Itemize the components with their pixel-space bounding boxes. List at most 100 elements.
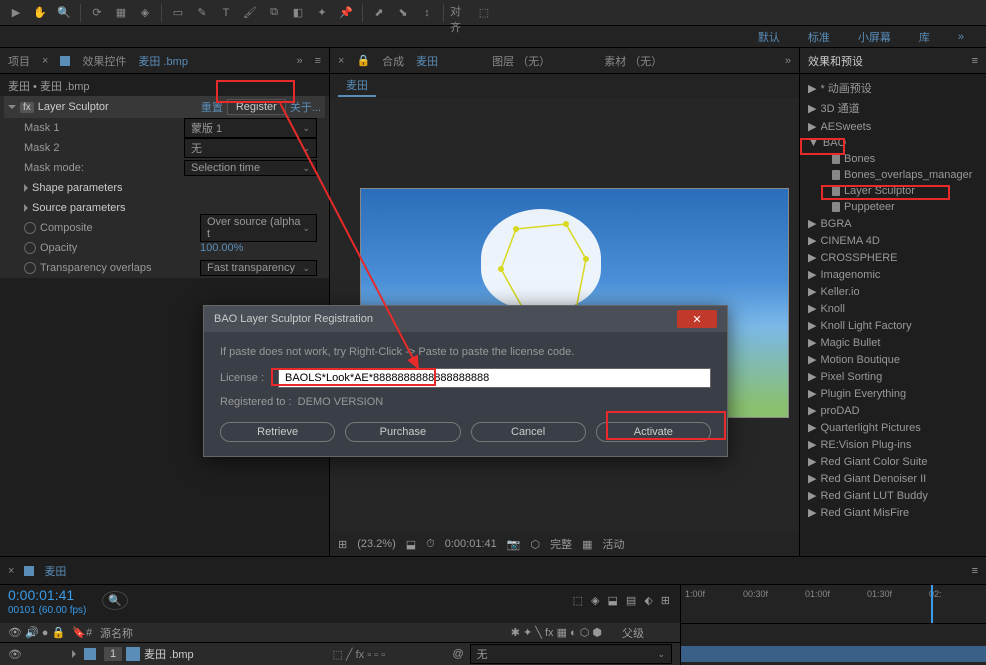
tl-icon[interactable]: ▤ bbox=[626, 594, 636, 607]
quality-label[interactable]: 完整 bbox=[550, 536, 572, 552]
layer-duration-bar[interactable] bbox=[681, 646, 986, 662]
eraser-tool-icon[interactable]: ◧ bbox=[288, 3, 308, 23]
preset-item[interactable]: Bones bbox=[800, 151, 986, 167]
hand-tool-icon[interactable]: ✋ bbox=[30, 3, 50, 23]
subtab-comp[interactable]: 麦田 bbox=[338, 75, 376, 97]
preset-item[interactable]: ▶Motion Boutique bbox=[800, 351, 986, 368]
preset-item[interactable]: ▶RE:Vision Plug-ins bbox=[800, 436, 986, 453]
rect-tool-icon[interactable]: ▭ bbox=[168, 3, 188, 23]
tl-icon[interactable]: ⬓ bbox=[608, 594, 618, 607]
layer-name[interactable]: 麦田 .bmp bbox=[144, 646, 332, 662]
local-axis-icon[interactable]: ⬈ bbox=[369, 3, 389, 23]
brush-tool-icon[interactable]: 🖌 bbox=[240, 3, 260, 23]
preset-item[interactable]: ▶Knoll bbox=[800, 300, 986, 317]
tl-icon[interactable]: ⬚ bbox=[573, 594, 583, 607]
panel-more-icon[interactable]: » bbox=[785, 55, 791, 67]
preset-item[interactable]: Puppeteer bbox=[800, 199, 986, 215]
preset-item[interactable]: ▶Knoll Light Factory bbox=[800, 317, 986, 334]
stopwatch-icon[interactable] bbox=[24, 262, 36, 274]
text-tool-icon[interactable]: T bbox=[216, 3, 236, 23]
tl-icon[interactable]: ⬖ bbox=[644, 594, 652, 607]
rotation-tool-icon[interactable]: ⟳ bbox=[87, 3, 107, 23]
panel-menu-icon[interactable]: ≡ bbox=[972, 565, 978, 577]
puppet-tool-icon[interactable]: 📌 bbox=[336, 3, 356, 23]
workspace-tab-library[interactable]: 库 bbox=[905, 29, 944, 45]
snap2-icon[interactable]: ⬚ bbox=[474, 3, 494, 23]
tab-effects-presets[interactable]: 效果和预设 bbox=[808, 53, 863, 69]
tl-icon[interactable]: ⊞ bbox=[661, 594, 670, 607]
preset-item[interactable]: ▶AESweets bbox=[800, 118, 986, 135]
clone-tool-icon[interactable]: ⧉ bbox=[264, 3, 284, 23]
panel-menu-icon[interactable]: ≡ bbox=[315, 55, 321, 67]
tab-footage[interactable]: 素材 （无） bbox=[604, 53, 662, 69]
parent-dropdown[interactable]: 无⌄ bbox=[470, 644, 672, 664]
license-input[interactable] bbox=[278, 368, 711, 388]
retrieve-button[interactable]: Retrieve bbox=[220, 422, 335, 442]
roto-tool-icon[interactable]: ✦ bbox=[312, 3, 332, 23]
preset-item[interactable]: Bones_overlaps_manager bbox=[800, 167, 986, 183]
close-icon[interactable]: × bbox=[338, 55, 344, 67]
composite-dropdown[interactable]: Over source (alpha t⌄ bbox=[200, 214, 317, 242]
tab-project[interactable]: 项目 bbox=[8, 53, 30, 69]
table-row[interactable]: 👁 1 麦田 .bmp ⬚ ╱ fx ▫ ▫ ▫ @ 无⌄ bbox=[0, 643, 680, 665]
preset-item[interactable]: ▶Red Giant Denoiser II bbox=[800, 470, 986, 487]
tab-file[interactable]: 麦田 .bmp bbox=[138, 53, 188, 69]
tab-layers[interactable]: 图层 （无） bbox=[492, 53, 550, 69]
zoom-tool-icon[interactable]: 🔍 bbox=[54, 3, 74, 23]
tab-comp[interactable]: 合成 bbox=[382, 53, 404, 69]
workspace-more-icon[interactable]: » bbox=[944, 31, 978, 43]
preset-item[interactable]: ▶Red Giant Color Suite bbox=[800, 453, 986, 470]
mask1-dropdown[interactable]: 蒙版 1⌄ bbox=[184, 118, 317, 138]
stopwatch-icon[interactable] bbox=[24, 222, 36, 234]
status-time[interactable]: 0:00:01:41 bbox=[445, 538, 497, 550]
preset-item[interactable]: ▶Quarterlight Pictures bbox=[800, 419, 986, 436]
view-axis-icon[interactable]: ↕ bbox=[417, 3, 437, 23]
mask-path[interactable] bbox=[496, 219, 596, 319]
render-label[interactable]: 活动 bbox=[602, 536, 624, 552]
mask2-dropdown[interactable]: 无⌄ bbox=[184, 138, 317, 158]
workspace-tab-default[interactable]: 默认 bbox=[744, 29, 794, 45]
opacity-value[interactable]: 100.00% bbox=[200, 242, 243, 254]
preset-item[interactable]: ▶Keller.io bbox=[800, 283, 986, 300]
timeline-tab[interactable]: 麦田 bbox=[44, 563, 66, 579]
channel-icon[interactable]: ⬓ bbox=[406, 538, 416, 551]
transparency-dropdown[interactable]: Fast transparency⌄ bbox=[200, 260, 317, 276]
playhead[interactable] bbox=[931, 585, 933, 623]
selection-tool-icon[interactable]: ▶ bbox=[6, 3, 26, 23]
zoom-level[interactable]: (23.2%) bbox=[357, 538, 396, 550]
preset-item[interactable]: ▶Magic Bullet bbox=[800, 334, 986, 351]
maskmode-dropdown[interactable]: Selection time⌄ bbox=[184, 160, 317, 176]
panel-menu-icon[interactable]: ≡ bbox=[972, 55, 978, 67]
workspace-tab-small[interactable]: 小屏幕 bbox=[844, 29, 905, 45]
lock-icon[interactable]: 🔒 bbox=[356, 54, 370, 67]
effect-header[interactable]: fx Layer Sculptor 重置 Register 关于... bbox=[4, 96, 325, 118]
cancel-button[interactable]: Cancel bbox=[471, 422, 586, 442]
pen-tool-icon[interactable]: ✎ bbox=[192, 3, 212, 23]
eye-icon[interactable]: 👁 bbox=[8, 649, 22, 661]
purchase-button[interactable]: Purchase bbox=[345, 422, 460, 442]
close-icon[interactable]: × bbox=[42, 55, 48, 67]
search-icon[interactable]: 🔍 bbox=[102, 591, 128, 610]
view-icon[interactable]: ▦ bbox=[582, 538, 592, 551]
preset-item[interactable]: ▶CROSSPHERE bbox=[800, 249, 986, 266]
preset-item[interactable]: ▼BAO bbox=[800, 135, 986, 151]
workspace-tab-standard[interactable]: 标准 bbox=[794, 29, 844, 45]
preset-item[interactable]: ▶Plugin Everything bbox=[800, 385, 986, 402]
close-icon[interactable]: × bbox=[8, 565, 14, 577]
preset-item[interactable]: ▶3D 通道 bbox=[800, 98, 986, 118]
activate-button[interactable]: Activate bbox=[596, 422, 711, 442]
preset-item[interactable]: ▶Red Giant LUT Buddy bbox=[800, 487, 986, 504]
panel-more-icon[interactable]: » bbox=[296, 55, 302, 67]
camera-icon[interactable]: 📷 bbox=[507, 538, 521, 551]
tab-effect-controls[interactable]: 效果控件 bbox=[82, 53, 126, 69]
3d-icon[interactable]: ⬡ bbox=[530, 538, 540, 551]
preset-item[interactable]: ▶Imagenomic bbox=[800, 266, 986, 283]
preset-item[interactable]: ▶BGRA bbox=[800, 215, 986, 232]
stopwatch-icon[interactable] bbox=[24, 242, 36, 254]
resolution-icon[interactable]: ⊞ bbox=[338, 538, 347, 551]
timecode-icon[interactable]: ⏱ bbox=[426, 538, 435, 551]
preset-item[interactable]: ▶* 动画预设 bbox=[800, 78, 986, 98]
shape-params-label[interactable]: Shape parameters bbox=[32, 182, 192, 194]
preset-item[interactable]: ▶proDAD bbox=[800, 402, 986, 419]
pickwhip-icon[interactable]: @ bbox=[452, 648, 463, 660]
